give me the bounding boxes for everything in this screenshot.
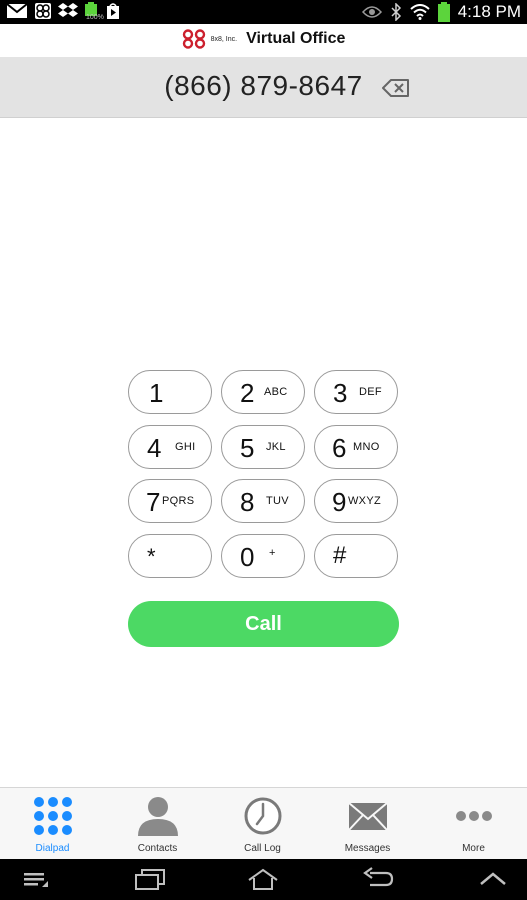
clock-time: 4:18 PM [457,2,521,21]
backspace-icon[interactable] [382,78,410,98]
key-5[interactable]: 5 JKL [221,425,305,469]
app-title: Virtual Office [246,30,346,47]
tab-dialpad[interactable]: Dialpad [0,788,105,860]
key-hash[interactable]: # [314,534,398,578]
battery-percent: 100% [86,14,104,21]
key-0[interactable]: 0 + [221,534,305,578]
system-nav-bar [0,859,527,900]
dropbox-icon [58,3,78,17]
dialed-number: (866) 879-8647 [164,70,363,101]
bluetooth-icon [391,3,401,21]
clock-icon [244,797,281,835]
eye-icon [361,6,382,18]
key-4[interactable]: 4 GHI [128,425,212,469]
more-dots-icon [455,811,492,821]
key-2[interactable]: 2 ABC [221,370,305,414]
tab-messages[interactable]: Messages [315,788,420,860]
call-button[interactable]: Call [128,601,399,647]
logo-icon [182,29,205,49]
recent-apps-icon[interactable] [133,867,167,891]
app-icon [35,3,51,19]
key-3[interactable]: 3 DEF [314,370,398,414]
back-icon[interactable] [360,867,394,891]
battery-icon [437,2,450,22]
key-9[interactable]: 9 WXYZ [314,479,398,523]
key-6[interactable]: 6 MNO [314,425,398,469]
gmail-icon [6,3,28,18]
envelope-icon [347,802,388,831]
key-star[interactable]: * [128,534,212,578]
tab-call-log[interactable]: Call Log [210,788,315,860]
key-1[interactable]: 1 [128,370,212,414]
chevron-up-icon[interactable] [477,867,509,891]
play-store-icon [107,3,119,19]
tab-contacts[interactable]: Contacts [105,788,210,860]
key-7[interactable]: 7 PQRS [128,479,212,523]
company-name: 8x8, Inc. [210,35,238,43]
contact-person-icon [137,797,178,836]
tab-more[interactable]: More [420,788,527,860]
tab-bar: Dialpad Contacts Call Log Messages More [0,787,527,859]
brand: 8x8, Inc. Virtual Office [0,29,527,49]
number-display: (866) 879-8647 [0,58,527,118]
dialpad-icon [33,797,72,835]
wifi-icon [410,4,430,20]
menu-icon[interactable] [22,867,52,891]
app-header: 8x8, Inc. Virtual Office [0,24,527,58]
home-icon[interactable] [246,867,280,891]
key-8[interactable]: 8 TUV [221,479,305,523]
status-bar: 100% 4:18 PM [0,0,527,24]
